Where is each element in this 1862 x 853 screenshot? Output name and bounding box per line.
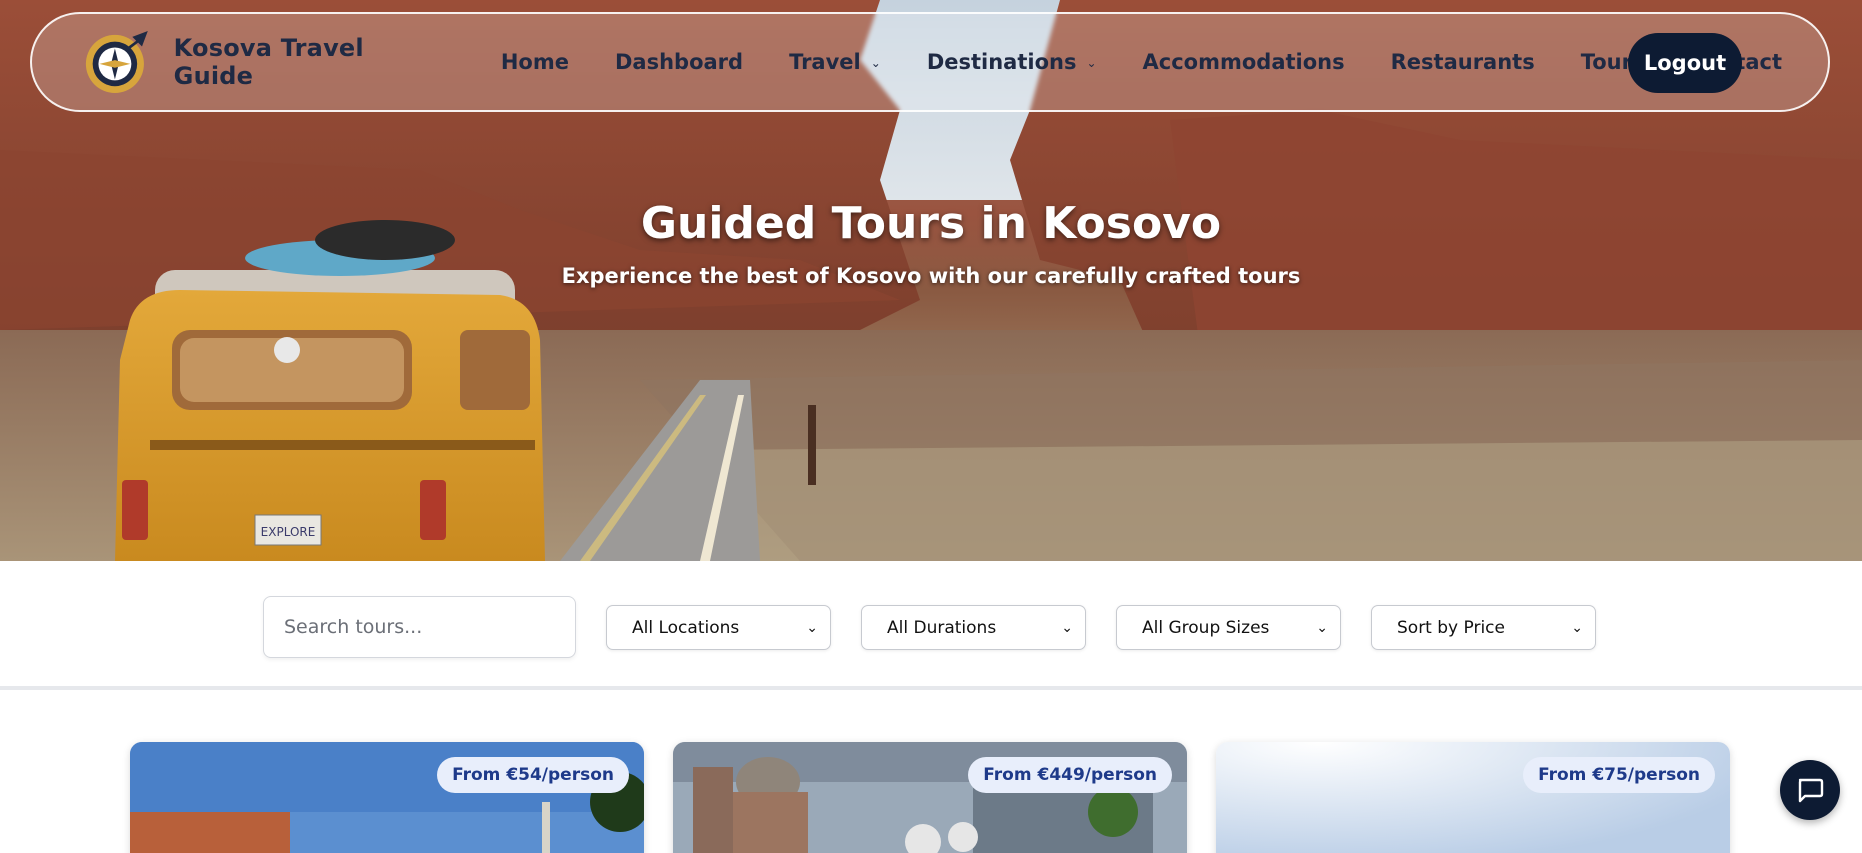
- price-badge: From €54/person: [437, 757, 629, 793]
- chevron-down-icon: ⌄: [1571, 619, 1583, 636]
- chat-bubble-icon: [1798, 778, 1824, 803]
- nav-item-restaurants[interactable]: Restaurants: [1391, 50, 1535, 74]
- nav-item-destinations[interactable]: Destinations ⌄: [927, 50, 1097, 74]
- brand[interactable]: Kosova Travel Guide: [82, 26, 443, 98]
- compass-globe-plane-icon: [85, 31, 148, 93]
- sort-select[interactable]: Sort by Price ⌄: [1371, 605, 1596, 650]
- group-size-select-value: All Group Sizes: [1142, 617, 1270, 638]
- nav-item-label: Travel: [789, 50, 861, 74]
- nav-item-label: Dashboard: [614, 50, 744, 74]
- price-badge: From €449/person: [968, 757, 1172, 793]
- nav-item-label: Destinations: [926, 50, 1077, 74]
- location-select[interactable]: All Locations ⌄: [606, 605, 831, 650]
- chevron-down-icon: ⌄: [806, 619, 818, 636]
- duration-select-value: All Durations: [887, 617, 997, 638]
- chevron-down-icon: ⌄: [1316, 619, 1328, 636]
- nav-item-accommodations[interactable]: Accommodations: [1143, 50, 1345, 74]
- tour-card[interactable]: From €54/person: [130, 742, 644, 853]
- chat-button[interactable]: [1780, 760, 1840, 820]
- tour-card[interactable]: From €449/person: [673, 742, 1187, 853]
- chevron-down-icon: ⌄: [870, 56, 881, 70]
- page-title: Guided Tours in Kosovo: [640, 198, 1222, 249]
- filter-bar: All Locations ⌄ All Durations ⌄ All Grou…: [0, 561, 1862, 690]
- page-subtitle: Experience the best of Kosovo with our c…: [561, 264, 1301, 288]
- van-plate-text: EXPLORE: [261, 525, 316, 539]
- nav-item-label: Accommodations: [1142, 50, 1345, 74]
- nav-item-label: Home: [500, 50, 569, 74]
- location-select-value: All Locations: [632, 617, 740, 638]
- price-badge: From €75/person: [1523, 757, 1715, 793]
- search-input[interactable]: [263, 596, 576, 658]
- duration-select[interactable]: All Durations ⌄: [861, 605, 1086, 650]
- nav-item-home[interactable]: Home: [501, 50, 569, 74]
- chevron-down-icon: ⌄: [1086, 56, 1097, 70]
- main-navbar: Kosova Travel Guide Home Dashboard Trave…: [30, 12, 1830, 112]
- tour-card[interactable]: From €75/person: [1216, 742, 1730, 853]
- brand-name: Kosova Travel Guide: [173, 34, 364, 90]
- nav-item-travel[interactable]: Travel ⌄: [789, 50, 881, 74]
- nav-item-dashboard[interactable]: Dashboard: [615, 50, 743, 74]
- hero-banner: EXPLORE Kosova Travel Guide Home Dashboa…: [0, 0, 1862, 561]
- sort-select-value: Sort by Price: [1397, 617, 1505, 638]
- logout-button[interactable]: Logout: [1628, 33, 1742, 93]
- group-size-select[interactable]: All Group Sizes ⌄: [1116, 605, 1341, 650]
- nav-item-label: Restaurants: [1390, 50, 1535, 74]
- chevron-down-icon: ⌄: [1061, 619, 1073, 636]
